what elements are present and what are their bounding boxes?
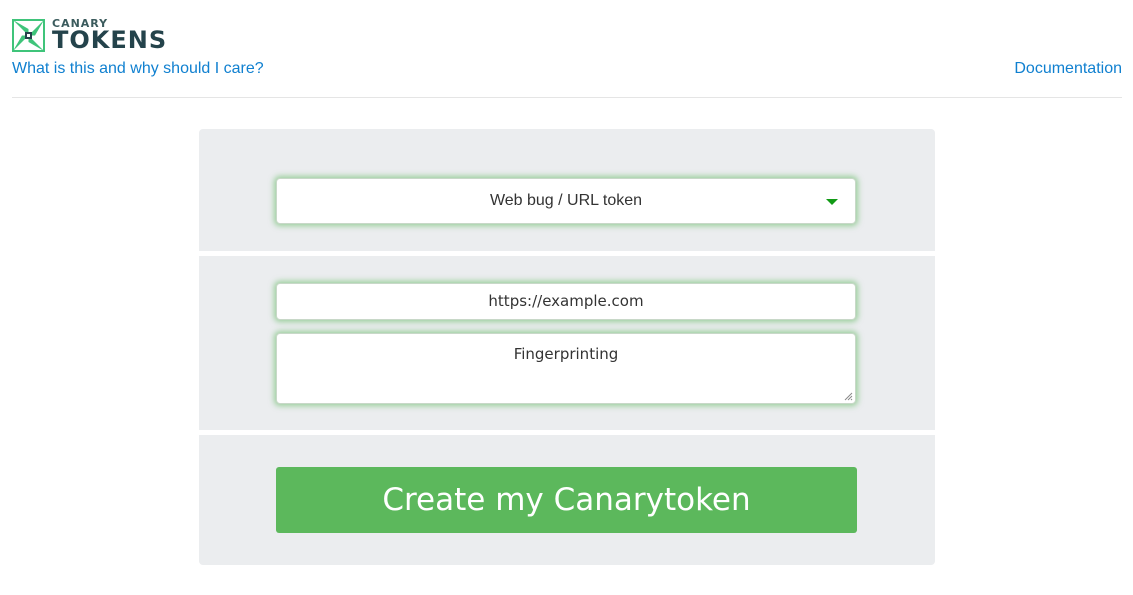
resize-grip-icon[interactable] — [844, 392, 853, 401]
token-type-select[interactable]: Web bug / URL token — [276, 178, 856, 224]
create-canarytoken-button[interactable]: Create my Canarytoken — [276, 467, 857, 533]
email-or-webhook-input[interactable]: https://example.com — [276, 283, 856, 320]
canarytokens-logo[interactable]: CANARY TOKENS — [12, 18, 167, 52]
section-divider — [199, 251, 935, 256]
documentation-link[interactable]: Documentation — [1014, 60, 1122, 78]
section-divider — [199, 430, 935, 435]
token-form-panel: Web bug / URL token https://example.com … — [199, 129, 935, 565]
header: CANARY TOKENS What is this and why shoul… — [12, 0, 1122, 98]
canary-logo-icon — [12, 18, 45, 52]
logo-bottom-text: TOKENS — [52, 26, 168, 54]
token-type-selected-value: Web bug / URL token — [489, 192, 643, 209]
memo-textarea[interactable]: Fingerprinting — [276, 333, 856, 404]
caret-down-icon — [826, 199, 838, 205]
logo-wordmark: CANARY TOKENS — [52, 18, 167, 52]
about-link[interactable]: What is this and why should I care? — [12, 60, 264, 78]
memo-text: Fingerprinting — [513, 345, 619, 363]
